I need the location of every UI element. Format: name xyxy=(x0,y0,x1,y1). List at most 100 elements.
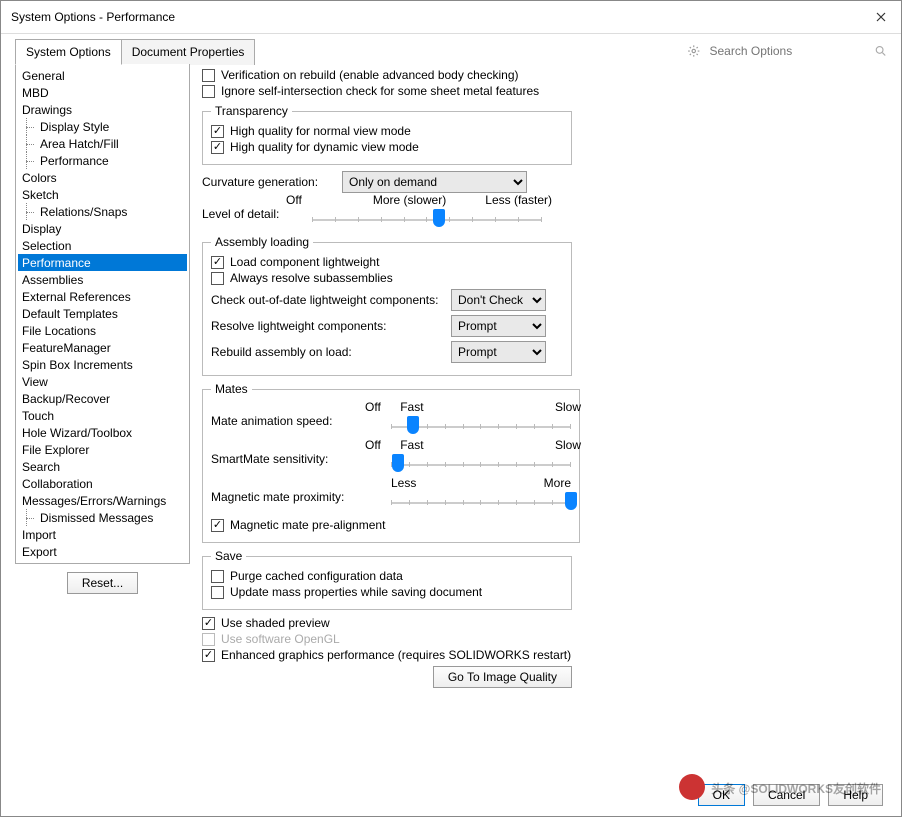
mag-less: Less xyxy=(391,476,416,490)
load-lightweight-checkbox[interactable] xyxy=(211,256,224,269)
smart-fast: Fast xyxy=(400,438,423,452)
mate-anim-slider[interactable]: OffFastSlow xyxy=(391,404,571,434)
sidebar-item-external-references[interactable]: External References xyxy=(18,288,187,305)
resolve-lw-select[interactable]: Prompt xyxy=(451,315,546,337)
sidebar-item-display[interactable]: Display xyxy=(18,220,187,237)
assembly-loading-legend: Assembly loading xyxy=(211,235,313,249)
sidebar-item-mbd[interactable]: MBD xyxy=(18,84,187,101)
check-ood-select[interactable]: Don't Check xyxy=(451,289,546,311)
sidebar-item-display-style[interactable]: Display Style xyxy=(18,118,187,135)
sidebar-item-file-explorer[interactable]: File Explorer xyxy=(18,441,187,458)
sidebar-item-default-templates[interactable]: Default Templates xyxy=(18,305,187,322)
smart-off: Off xyxy=(365,438,381,452)
resolve-lw-label: Resolve lightweight components: xyxy=(211,319,441,333)
lod-thumb[interactable] xyxy=(433,209,445,227)
search-box[interactable] xyxy=(687,41,887,61)
lod-more-label: More (slower) xyxy=(373,193,446,207)
sidebar-item-featuremanager[interactable]: FeatureManager xyxy=(18,339,187,356)
sidebar-item-view[interactable]: View xyxy=(18,373,187,390)
smartmate-label: SmartMate sensitivity: xyxy=(211,452,381,472)
sidebar-item-hole-wizard-toolbox[interactable]: Hole Wizard/Toolbox xyxy=(18,424,187,441)
sidebar-item-export[interactable]: Export xyxy=(18,543,187,560)
hq-normal-checkbox[interactable] xyxy=(211,125,224,138)
ignore-self-intersect-checkbox[interactable] xyxy=(202,85,215,98)
enhanced-gfx-label: Enhanced graphics performance (requires … xyxy=(221,648,571,662)
always-resolve-checkbox[interactable] xyxy=(211,272,224,285)
mates-legend: Mates xyxy=(211,382,252,396)
cancel-button[interactable]: Cancel xyxy=(753,784,820,806)
update-mass-label: Update mass properties while saving docu… xyxy=(230,585,482,599)
close-icon xyxy=(876,12,886,22)
hq-normal-label: High quality for normal view mode xyxy=(230,124,411,138)
curvature-label: Curvature generation: xyxy=(202,175,332,189)
anim-thumb[interactable] xyxy=(407,416,419,434)
sidebar-item-relations-snaps[interactable]: Relations/Snaps xyxy=(18,203,187,220)
smart-thumb[interactable] xyxy=(392,454,404,472)
shaded-preview-label: Use shaded preview xyxy=(221,616,330,630)
rebuild-label: Rebuild assembly on load: xyxy=(211,345,441,359)
sidebar-item-selection[interactable]: Selection xyxy=(18,237,187,254)
purge-checkbox[interactable] xyxy=(211,570,224,583)
lod-off-label: Off xyxy=(286,193,302,207)
help-button[interactable]: Help xyxy=(828,784,883,806)
close-button[interactable] xyxy=(871,7,891,27)
sidebar-item-spin-box-increments[interactable]: Spin Box Increments xyxy=(18,356,187,373)
anim-slow: Slow xyxy=(555,400,581,414)
purge-label: Purge cached configuration data xyxy=(230,569,403,583)
sidebar-item-dismissed-messages[interactable]: Dismissed Messages xyxy=(18,509,187,526)
tab-document-properties[interactable]: Document Properties xyxy=(121,39,256,65)
assembly-loading-group: Assembly loading Load component lightwei… xyxy=(202,235,572,376)
sidebar-item-search[interactable]: Search xyxy=(18,458,187,475)
anim-off: Off xyxy=(365,400,381,414)
sidebar-item-touch[interactable]: Touch xyxy=(18,407,187,424)
anim-fast: Fast xyxy=(400,400,423,414)
sidebar-item-general[interactable]: General xyxy=(18,67,187,84)
load-lightweight-label: Load component lightweight xyxy=(230,255,379,269)
tab-system-options[interactable]: System Options xyxy=(15,39,122,65)
magnetic-label: Magnetic mate proximity: xyxy=(211,490,381,510)
mates-group: Mates Mate animation speed: OffFastSlow … xyxy=(202,382,580,543)
search-input[interactable] xyxy=(707,41,868,61)
transparency-legend: Transparency xyxy=(211,104,292,118)
rebuild-select[interactable]: Prompt xyxy=(451,341,546,363)
ignore-self-intersect-label: Ignore self-intersection check for some … xyxy=(221,84,539,98)
mag-thumb[interactable] xyxy=(565,492,577,510)
ok-button[interactable]: OK xyxy=(698,784,745,806)
goto-image-quality-button[interactable]: Go To Image Quality xyxy=(433,666,572,688)
save-group: Save Purge cached configuration data Upd… xyxy=(202,549,572,610)
hq-dynamic-label: High quality for dynamic view mode xyxy=(230,140,419,154)
curvature-select[interactable]: Only on demand xyxy=(342,171,527,193)
magnetic-prealign-checkbox[interactable] xyxy=(211,519,224,532)
update-mass-checkbox[interactable] xyxy=(211,586,224,599)
sidebar-item-backup-recover[interactable]: Backup/Recover xyxy=(18,390,187,407)
sidebar-item-messages-errors-warnings[interactable]: Messages/Errors/Warnings xyxy=(18,492,187,509)
sidebar-item-assemblies[interactable]: Assemblies xyxy=(18,271,187,288)
sidebar-item-import[interactable]: Import xyxy=(18,526,187,543)
smart-slow: Slow xyxy=(555,438,581,452)
shaded-preview-checkbox[interactable] xyxy=(202,617,215,630)
search-icon xyxy=(874,44,888,58)
enhanced-gfx-checkbox[interactable] xyxy=(202,649,215,662)
reset-button[interactable]: Reset... xyxy=(67,572,138,594)
mag-more: More xyxy=(544,476,571,490)
verify-rebuild-label: Verification on rebuild (enable advanced… xyxy=(221,68,519,82)
sidebar-item-performance[interactable]: Performance xyxy=(18,254,187,271)
save-legend: Save xyxy=(211,549,246,563)
mate-anim-label: Mate animation speed: xyxy=(211,414,381,434)
smartmate-slider[interactable]: OffFastSlow xyxy=(391,442,571,472)
sidebar-item-colors[interactable]: Colors xyxy=(18,169,187,186)
hq-dynamic-checkbox[interactable] xyxy=(211,141,224,154)
sidebar: GeneralMBDDrawingsDisplay StyleArea Hatc… xyxy=(15,64,190,564)
verify-rebuild-checkbox[interactable] xyxy=(202,69,215,82)
sidebar-item-sketch[interactable]: Sketch xyxy=(18,186,187,203)
sidebar-item-file-locations[interactable]: File Locations xyxy=(18,322,187,339)
gear-icon xyxy=(687,44,701,58)
magnetic-slider[interactable]: LessMore xyxy=(391,480,571,510)
sidebar-item-collaboration[interactable]: Collaboration xyxy=(18,475,187,492)
window-title: System Options - Performance xyxy=(11,10,175,24)
lod-slider[interactable]: OffMore (slower)Less (faster) xyxy=(312,197,542,227)
sidebar-item-area-hatch-fill[interactable]: Area Hatch/Fill xyxy=(18,135,187,152)
sidebar-item-performance[interactable]: Performance xyxy=(18,152,187,169)
sidebar-item-drawings[interactable]: Drawings xyxy=(18,101,187,118)
opengl-checkbox xyxy=(202,633,215,646)
